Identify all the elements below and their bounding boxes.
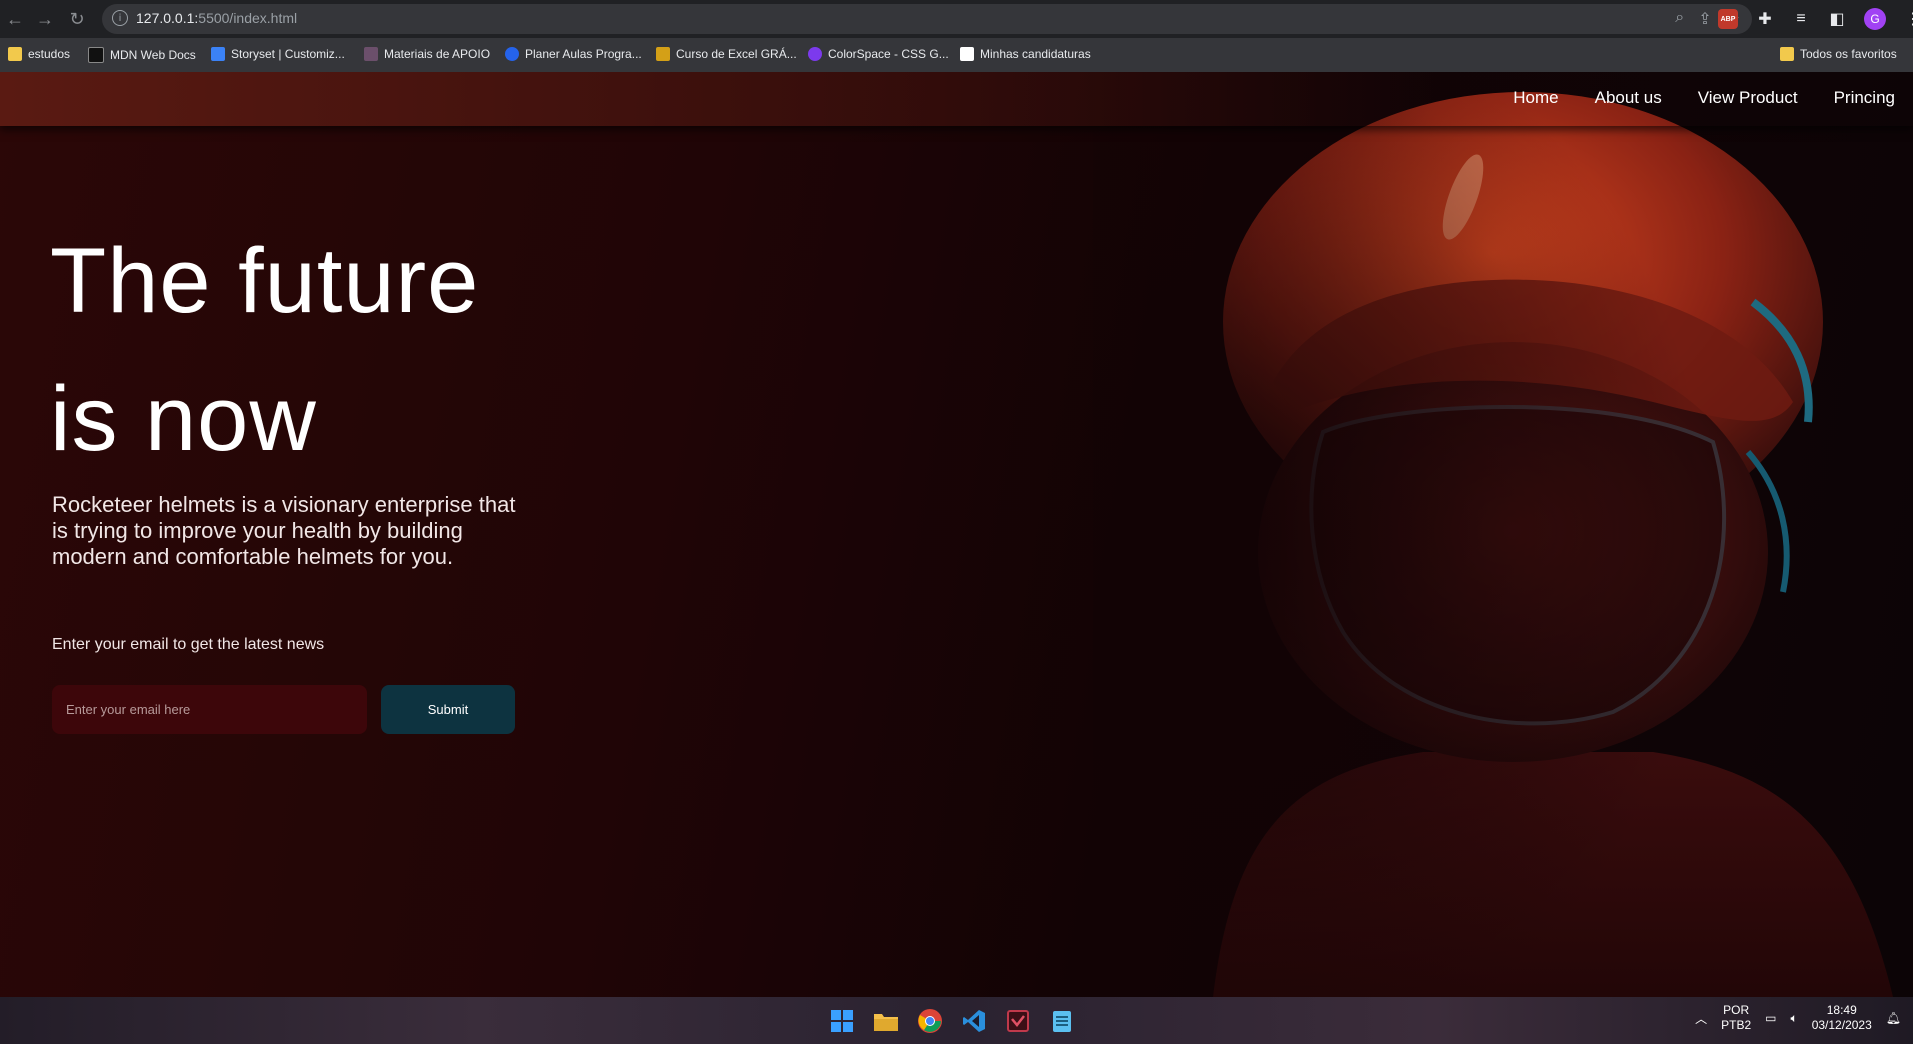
- profile-avatar[interactable]: G: [1864, 8, 1886, 30]
- bookmark-label: MDN Web Docs: [110, 48, 196, 62]
- bookmark-label: Planer Aulas Progra...: [525, 47, 642, 61]
- chevron-up-icon[interactable]: ︿: [1695, 1010, 1707, 1027]
- bookmark-label: Minhas candidaturas: [980, 47, 1091, 61]
- extensions-area: ABP ✚ ≡ ◧ G ⋮: [1718, 8, 1913, 30]
- side-panel-icon[interactable]: ◧: [1828, 9, 1846, 29]
- bookmark-mdn[interactable]: MDN Web Docs: [88, 47, 196, 63]
- share-icon[interactable]: ⇪: [1698, 9, 1711, 29]
- storyset-icon: [211, 47, 225, 61]
- url-path: 5500/index.html: [198, 10, 298, 26]
- main-nav: Home About us View Product Princing: [1513, 88, 1895, 108]
- bookmark-candidaturas[interactable]: Minhas candidaturas: [960, 47, 1091, 61]
- url-text: 127.0.0.1:5500/index.html: [136, 10, 297, 26]
- site-info-icon[interactable]: i: [112, 10, 128, 26]
- kebab-menu-icon[interactable]: ⋮: [1904, 9, 1913, 29]
- bookmark-storyset[interactable]: Storyset | Customiz...: [211, 47, 345, 61]
- bookmark-icon: [364, 47, 378, 61]
- volume-icon[interactable]: 🔈︎: [1791, 1011, 1798, 1026]
- clock-date: 03/12/2023: [1811, 1018, 1872, 1032]
- bookmarks-bar: estudos MDN Web Docs Storyset | Customiz…: [0, 38, 1913, 73]
- browser-toolbar: ← → ↻ i 127.0.0.1:5500/index.html ⌕ ⇪ ☆ …: [0, 0, 1913, 38]
- web-page: Home About us View Product Princing The …: [0, 72, 1913, 997]
- all-bookmarks-label: Todos os favoritos: [1800, 47, 1897, 61]
- file-explorer-icon[interactable]: [872, 1007, 900, 1035]
- vscode-icon[interactable]: [960, 1007, 988, 1035]
- bookmark-estudos[interactable]: estudos: [8, 47, 70, 61]
- newsletter-label: Enter your email to get the latest news: [52, 636, 325, 653]
- hero-description: Rocketeer helmets is a visionary enterpr…: [52, 492, 516, 569]
- back-icon[interactable]: ←: [4, 8, 26, 30]
- bookmark-icon: [960, 47, 974, 61]
- bookmark-label: estudos: [28, 47, 71, 61]
- network-icon[interactable]: ▭: [1765, 1011, 1776, 1025]
- bookmark-materiais[interactable]: Materiais de APOIO: [364, 47, 490, 61]
- clock-time: 18:49: [1826, 1003, 1857, 1017]
- os-taskbar: ︿ POR PTB2 ▭ 🔈︎ 18:49 03/12/2023 🔔︎: [0, 997, 1913, 1044]
- nav-link-pricing[interactable]: Princing: [1834, 88, 1895, 108]
- reload-icon[interactable]: ↻: [66, 8, 88, 30]
- astronaut-hero-image: [1093, 72, 1913, 997]
- submit-button[interactable]: Submit: [381, 685, 515, 734]
- keyboard-layout: PTB2: [1721, 1018, 1752, 1032]
- bookmark-icon: [505, 47, 519, 61]
- lang-code: POR: [1723, 1003, 1750, 1017]
- notification-bell-icon[interactable]: 🔔︎: [1886, 1011, 1901, 1025]
- bookmark-colorspace[interactable]: ColorSpace - CSS G...: [808, 47, 949, 61]
- media-icon[interactable]: ≡: [1792, 10, 1810, 28]
- hero-title: The future is now: [50, 212, 479, 488]
- nav-link-view-product[interactable]: View Product: [1698, 88, 1798, 108]
- bookmark-icon: [808, 47, 822, 61]
- nav-link-about[interactable]: About us: [1595, 88, 1662, 108]
- zoom-icon[interactable]: ⌕: [1675, 9, 1684, 29]
- bookmark-label: Materiais de APOIO: [384, 47, 491, 61]
- chrome-icon[interactable]: [916, 1007, 944, 1035]
- bookmark-label: Storyset | Customiz...: [231, 47, 345, 61]
- notepad-icon[interactable]: [1048, 1007, 1076, 1035]
- puzzle-icon[interactable]: ✚: [1756, 9, 1774, 29]
- nav-link-home[interactable]: Home: [1513, 88, 1558, 108]
- bookmark-label: ColorSpace - CSS G...: [828, 47, 949, 61]
- bookmark-label: Curso de Excel GRÁ...: [676, 47, 797, 61]
- system-tray: ︿ POR PTB2 ▭ 🔈︎ 18:49 03/12/2023 🔔︎: [1695, 1003, 1901, 1033]
- hero-title-line-1: The future: [50, 230, 480, 332]
- all-bookmarks-folder[interactable]: Todos os favoritos: [1780, 47, 1897, 61]
- folder-icon: [8, 47, 22, 61]
- folder-icon: [1780, 47, 1794, 61]
- bookmark-icon: [656, 47, 670, 61]
- forward-icon[interactable]: →: [34, 8, 56, 30]
- bookmark-planer[interactable]: Planer Aulas Progra...: [505, 47, 642, 61]
- taskbar-apps: [828, 1007, 1076, 1035]
- email-input[interactable]: [52, 685, 367, 734]
- bookmark-excel[interactable]: Curso de Excel GRÁ...: [656, 47, 797, 61]
- windows-start-icon[interactable]: [828, 1007, 856, 1035]
- language-indicator[interactable]: POR PTB2: [1721, 1003, 1751, 1033]
- clock[interactable]: 18:49 03/12/2023: [1812, 1003, 1872, 1033]
- hero-title-line-2: is now: [50, 368, 317, 470]
- adblock-icon[interactable]: ABP: [1718, 9, 1738, 29]
- app-check-icon[interactable]: [1004, 1007, 1032, 1035]
- mdn-icon: [88, 47, 104, 63]
- address-bar[interactable]: i 127.0.0.1:5500/index.html ⌕ ⇪ ☆: [102, 4, 1752, 34]
- site-header: Home About us View Product Princing: [0, 72, 1913, 126]
- url-host: 127.0.0.1:: [136, 10, 199, 26]
